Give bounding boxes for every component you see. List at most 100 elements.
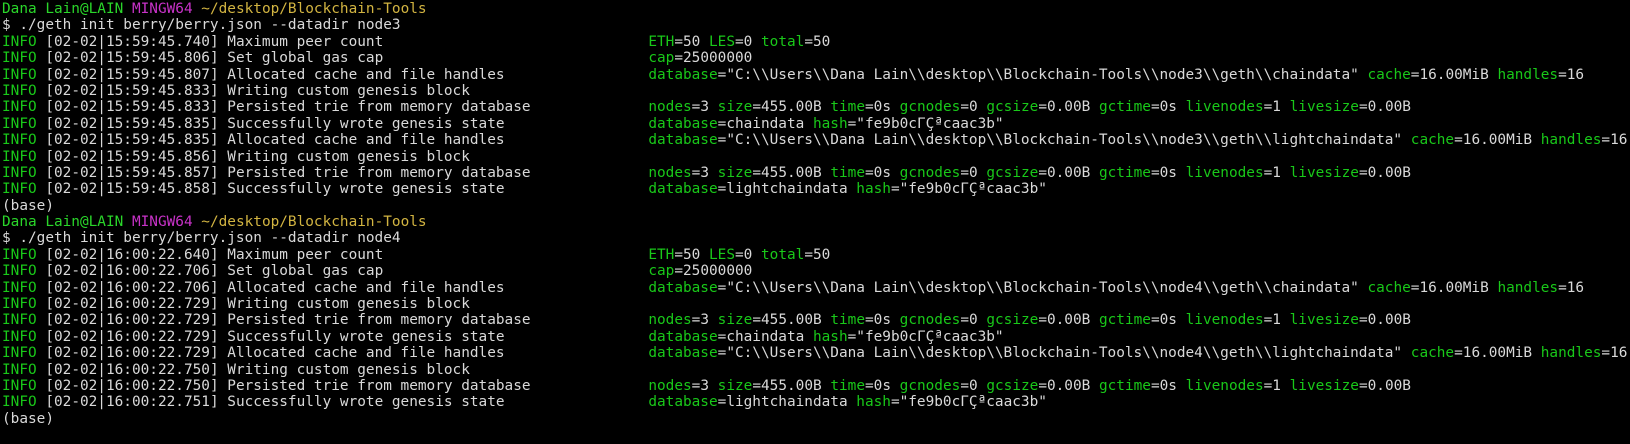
log-timestamp: [02-02|15:59:45.856] (45, 148, 219, 165)
log-message-column: [02-02|15:59:45.806] Set global gas cap (45, 50, 648, 66)
log-level: INFO (2, 82, 37, 99)
log-line: INFO [02-02|15:59:45.806] Set global gas… (2, 50, 753, 67)
log-field-key: livenodes (1185, 99, 1264, 116)
log-line: INFO [02-02|16:00:22.729] Allocated cach… (2, 345, 1628, 362)
log-field-value: "fe9b0cΓÇªcaac3b" (899, 181, 1047, 198)
prompt-path: ~/desktop/Blockchain-Tools (201, 214, 427, 231)
log-level: INFO (2, 296, 37, 313)
log-message-column: [02-02|16:00:22.706] Allocated cache and… (45, 280, 648, 296)
log-level: INFO (2, 345, 37, 362)
log-field-value: 455.00B (761, 164, 822, 181)
log-field-key: size (717, 164, 753, 181)
prompt-user: Dana Lain@LAIN (2, 214, 124, 231)
log-field-key: livesize (1289, 312, 1359, 329)
log-message: Maximum peer count (227, 246, 384, 263)
log-field-value: 25000000 (683, 50, 753, 67)
log-field-value: 0 (968, 377, 978, 394)
log-field-value: 16 (1566, 279, 1585, 296)
prompt-line: Dana Lain@LAIN MINGW64 ~/desktop/Blockch… (2, 214, 1630, 230)
log-timestamp: [02-02|16:00:22.729] (45, 345, 219, 362)
log-field-key: nodes (648, 377, 692, 394)
log-message: Successfully wrote genesis state (227, 394, 505, 411)
log-level: INFO (2, 328, 37, 345)
log-field-value: 0s (873, 377, 891, 394)
log-message: Allocated cache and file handles (227, 279, 505, 296)
log-timestamp: [02-02|16:00:22.640] (45, 246, 219, 263)
log-field-key: gctime (1098, 99, 1151, 116)
log-message-column: [02-02|15:59:45.833] Persisted trie from… (45, 99, 648, 115)
log-timestamp: [02-02|15:59:45.833] (45, 99, 219, 116)
log-field-value: 0s (873, 164, 891, 181)
prompt-line: Dana Lain@LAIN MINGW64 ~/desktop/Blockch… (2, 1, 1630, 17)
log-line: INFO [02-02|16:00:22.706] Set global gas… (2, 263, 753, 280)
log-field-value: 25000000 (683, 263, 753, 280)
log-level: INFO (2, 50, 37, 67)
log-level: INFO (2, 66, 37, 83)
log-message-column: [02-02|15:59:45.835] Allocated cache and… (45, 132, 648, 148)
log-message: Set global gas cap (227, 50, 384, 67)
log-message: Persisted trie from memory database (227, 164, 531, 181)
log-field-value: 16.00MiB (1462, 345, 1533, 362)
log-message-column: [02-02|15:59:45.835] Successfully wrote … (45, 116, 648, 132)
log-field-value: 455.00B (761, 377, 822, 394)
log-message-column: [02-02|15:59:45.740] Maximum peer count (45, 34, 648, 50)
log-level: INFO (2, 312, 37, 329)
log-field-key: time (830, 312, 865, 329)
log-field-value: 50 (683, 246, 701, 263)
log-message: Successfully wrote genesis state (227, 181, 505, 198)
log-line: INFO [02-02|16:00:22.706] Allocated cach… (2, 279, 1585, 296)
prompt-path: ~/desktop/Blockchain-Tools (201, 1, 427, 17)
log-timestamp: [02-02|15:59:45.835] (45, 115, 219, 132)
log-field-key: gcsize (986, 99, 1039, 116)
log-level: INFO (2, 33, 37, 50)
log-field-key: cache (1367, 66, 1411, 83)
log-message: Persisted trie from memory database (227, 99, 531, 116)
log-field-key: ETH (648, 33, 675, 50)
log-field-key: cache (1410, 132, 1455, 149)
log-field-value: 16 (1566, 66, 1585, 83)
log-field-key: gcsize (986, 312, 1039, 329)
log-field-value: 3 (700, 312, 709, 329)
log-field-value: 0.00B (1367, 312, 1411, 329)
prompt-host: MINGW64 (131, 214, 193, 231)
log-timestamp: [02-02|15:59:45.833] (45, 82, 219, 99)
log-message-column: [02-02|16:00:22.729] Writing custom gene… (45, 296, 648, 312)
log-timestamp: [02-02|16:00:22.729] (45, 328, 219, 345)
log-field-key: livesize (1289, 164, 1359, 181)
terminal-window[interactable]: Dana Lain@LAIN MINGW64 ~/desktop/Blockch… (0, 0, 1630, 444)
log-field-key: database (648, 328, 718, 345)
log-field-value: 0 (968, 312, 978, 329)
log-line: INFO [02-02|16:00:22.750] Writing custom… (2, 362, 1630, 378)
log-timestamp: [02-02|15:59:45.857] (45, 164, 219, 181)
log-field-key: database (648, 394, 718, 411)
log-timestamp: [02-02|16:00:22.729] (45, 296, 219, 313)
log-field-value: 50 (813, 33, 831, 50)
log-field-value: 3 (700, 99, 709, 116)
log-field-key: database (648, 115, 718, 132)
log-field-value: 16 (1610, 345, 1628, 362)
log-field-value: 16.00MiB (1419, 66, 1489, 83)
log-level: INFO (2, 263, 37, 280)
log-field-key: gcnodes (899, 377, 961, 394)
log-message: Writing custom genesis block (227, 361, 470, 378)
log-field-key: nodes (648, 164, 692, 181)
log-line: INFO [02-02|16:00:22.640] Maximum peer c… (2, 246, 831, 263)
log-message-column: [02-02|16:00:22.640] Maximum peer count (45, 247, 648, 263)
log-field-value: lightchaindata (726, 394, 848, 411)
log-field-key: LES (709, 246, 735, 263)
log-field-value: 455.00B (761, 312, 822, 329)
log-field-value: 1 (1272, 312, 1281, 329)
log-field-key: total (761, 33, 805, 50)
log-field-value: 0 (743, 33, 753, 50)
log-level: INFO (2, 99, 37, 116)
log-line: INFO [02-02|15:59:45.833] Persisted trie… (2, 99, 1411, 116)
log-timestamp: [02-02|15:59:45.807] (45, 66, 219, 83)
log-field-key: cap (648, 263, 675, 280)
log-field-value: 1 (1272, 164, 1281, 181)
log-message-column: [02-02|15:59:45.833] Writing custom gene… (45, 83, 648, 99)
log-field-value: 0 (968, 99, 978, 116)
log-message: Persisted trie from memory database (227, 312, 531, 329)
command-text: $ ./geth init berry/berry.json --datadir… (2, 17, 401, 34)
log-message: Maximum peer count (227, 33, 384, 50)
log-field-value: 0s (873, 312, 891, 329)
